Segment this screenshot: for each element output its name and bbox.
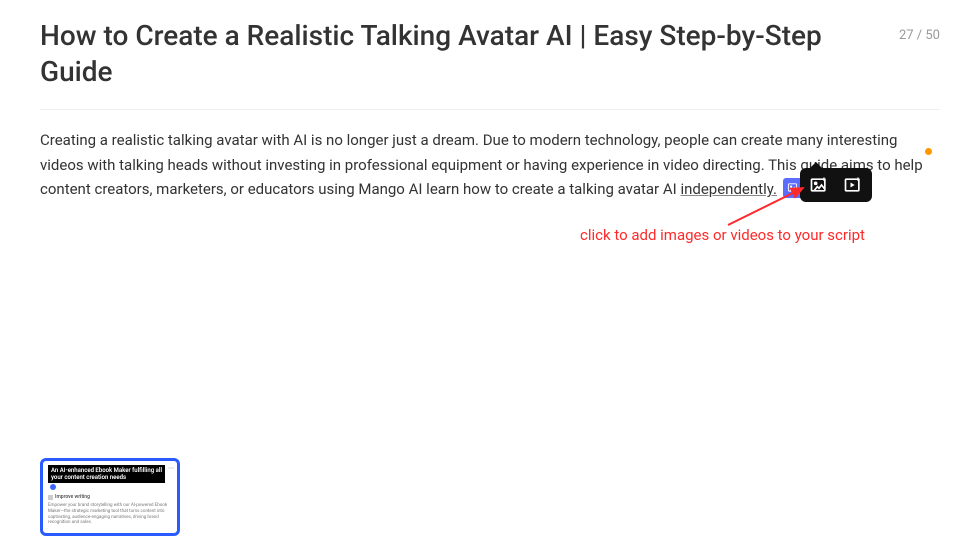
thumb-menu-icon: ⋯: [168, 465, 174, 472]
annotation-text: click to add images or videos to your sc…: [580, 226, 865, 244]
status-dot: [925, 148, 932, 155]
thumb-body: Empower your brand storytelling with our…: [48, 503, 172, 526]
underlined-word: independently.: [680, 180, 777, 198]
add-image-button[interactable]: [808, 174, 830, 196]
add-video-button[interactable]: [842, 174, 864, 196]
thumb-subtitle: Improve writing: [48, 494, 172, 500]
page-title: How to Create a Realistic Talking Avatar…: [40, 18, 879, 91]
media-toolbar: [800, 168, 872, 202]
image-icon: [787, 182, 798, 193]
add-video-icon: [843, 175, 863, 195]
thumb-title: An AI-enhanced Ebook Maker fulfilling al…: [48, 465, 165, 483]
thumb-indicator-dot: [50, 484, 56, 490]
page-counter: 27 / 50: [899, 28, 940, 43]
add-image-icon: [809, 175, 829, 195]
preview-thumbnail[interactable]: ⋯ An AI-enhanced Ebook Maker fulfilling …: [40, 458, 180, 536]
